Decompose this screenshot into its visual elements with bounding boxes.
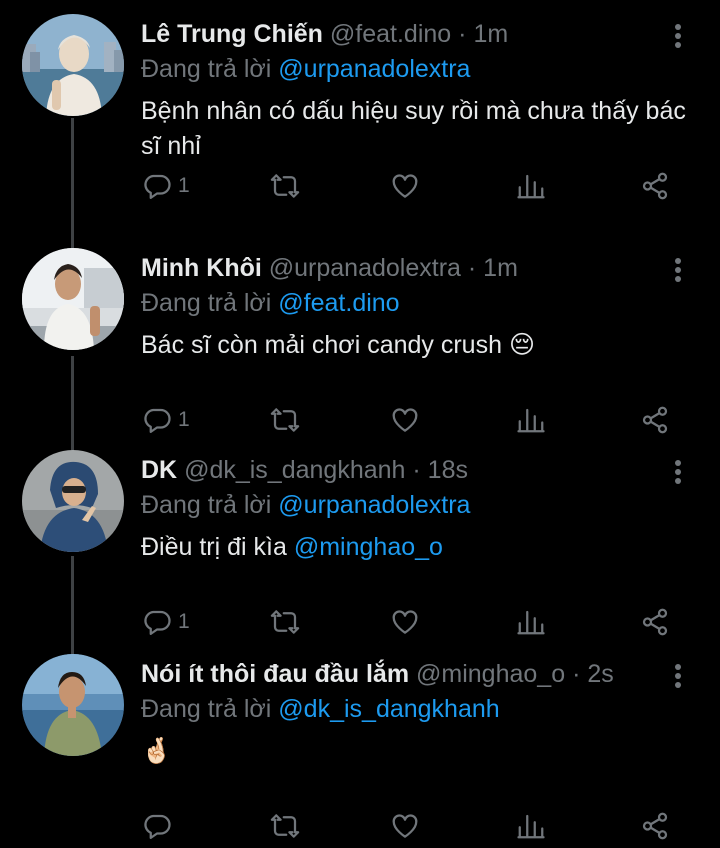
retweet-icon (270, 174, 300, 198)
more-options-icon[interactable] (668, 662, 688, 696)
retweet-icon (270, 408, 300, 432)
reply-prefix: Đang trả lời (141, 55, 272, 83)
reply-icon (144, 174, 171, 199)
retweet-button[interactable] (270, 808, 300, 844)
retweet-button[interactable] (270, 604, 300, 640)
reply-to-mention[interactable]: @urpanadolextra (278, 55, 470, 83)
share-button[interactable] (640, 808, 670, 844)
retweet-icon (270, 610, 300, 634)
avatar[interactable] (22, 248, 124, 350)
reply-count: 1 (178, 174, 190, 197)
reply-context: Đang trả lời @urpanadolextra (141, 488, 470, 522)
like-icon (392, 408, 418, 432)
reply-icon (144, 610, 171, 635)
reply-button[interactable]: 1 (142, 604, 190, 640)
tweet-header: Minh Khôi @urpanadolextra · 1m (141, 251, 518, 285)
tweet-text: Điều trị đi kìa @minghao_o (141, 530, 701, 565)
views-icon (517, 408, 545, 433)
tweet[interactable]: Nói ít thôi đau đầu lắm @minghao_o · 2s … (0, 640, 720, 845)
share-button[interactable] (640, 604, 670, 640)
views-icon (517, 174, 545, 199)
emoji: 😔 (508, 331, 535, 359)
tweet-text: Bệnh nhân có dấu hiệu suy rồi mà chưa th… (141, 94, 701, 164)
emoji: 🤞🏻 (141, 737, 173, 765)
share-icon (642, 172, 668, 200)
tweet-header: DK @dk_is_dangkhanh · 18s (141, 453, 468, 487)
views-button[interactable] (516, 402, 546, 438)
tweet-header: Nói ít thôi đau đầu lắm @minghao_o · 2s (141, 657, 614, 691)
user-handle[interactable]: @urpanadolextra (269, 254, 461, 282)
timestamp[interactable]: 1m (483, 254, 518, 282)
display-name[interactable]: DK (141, 456, 177, 484)
reply-count: 1 (178, 408, 190, 431)
views-icon (517, 610, 545, 635)
reply-button[interactable]: 1 (142, 402, 190, 438)
reply-icon (144, 408, 171, 433)
share-icon (642, 608, 668, 636)
reply-prefix: Đang trả lời (141, 491, 272, 519)
retweet-button[interactable] (270, 168, 300, 204)
tweet-text: Bác sĩ còn mải chơi candy crush 😔 (141, 328, 701, 363)
like-button[interactable] (390, 604, 420, 640)
tweet[interactable]: Minh Khôi @urpanadolextra · 1m Đang trả … (0, 234, 720, 439)
tweet-header: Lê Trung Chiến @feat.dino · 1m (141, 17, 508, 51)
separator-dot: · (572, 660, 581, 688)
tweet-text-content: Điều trị đi kìa (141, 533, 294, 561)
display-name[interactable]: Nói ít thôi đau đầu lắm (141, 660, 409, 688)
action-bar (0, 808, 720, 848)
display-name[interactable]: Minh Khôi (141, 254, 262, 282)
reply-to-mention[interactable]: @dk_is_dangkhanh (278, 695, 499, 723)
separator-dot: · (412, 456, 421, 484)
separator-dot: · (458, 20, 467, 48)
like-icon (392, 174, 418, 198)
more-options-icon[interactable] (668, 458, 688, 492)
like-button[interactable] (390, 402, 420, 438)
reply-prefix: Đang trả lời (141, 695, 272, 723)
user-handle[interactable]: @dk_is_dangkhanh (184, 456, 405, 484)
share-button[interactable] (640, 168, 670, 204)
user-handle[interactable]: @feat.dino (330, 20, 451, 48)
action-bar: 1 (0, 604, 720, 644)
views-button[interactable] (516, 808, 546, 844)
separator-dot: · (467, 254, 477, 282)
reply-button[interactable] (142, 808, 178, 844)
share-icon (642, 406, 668, 434)
user-handle[interactable]: @minghao_o (416, 660, 565, 688)
tweet-text-content: Bác sĩ còn mải chơi candy crush (141, 331, 509, 359)
timestamp[interactable]: 18s (428, 456, 468, 484)
reply-button[interactable]: 1 (142, 168, 190, 204)
timestamp[interactable]: 2s (587, 660, 613, 688)
avatar[interactable] (22, 14, 124, 116)
body-mention[interactable]: @minghao_o (294, 533, 443, 561)
reply-to-mention[interactable]: @feat.dino (278, 289, 399, 317)
tweet[interactable]: Lê Trung Chiến @feat.dino · 1m Đang trả … (0, 0, 720, 205)
reply-to-mention[interactable]: @urpanadolextra (278, 491, 470, 519)
like-button[interactable] (390, 808, 420, 844)
views-button[interactable] (516, 168, 546, 204)
action-bar: 1 (0, 168, 720, 208)
tweet-text-content: Bệnh nhân có dấu hiệu suy rồi mà chưa th… (141, 97, 686, 160)
tweet-text: 🤞🏻 (141, 734, 701, 769)
reply-count: 1 (178, 610, 190, 633)
like-icon (392, 610, 418, 634)
like-button[interactable] (390, 168, 420, 204)
views-button[interactable] (516, 604, 546, 640)
timestamp[interactable]: 1m (473, 20, 508, 48)
display-name[interactable]: Lê Trung Chiến (141, 20, 323, 48)
share-button[interactable] (640, 402, 670, 438)
more-options-icon[interactable] (668, 256, 688, 290)
tweet[interactable]: DK @dk_is_dangkhanh · 18s Đang trả lời @… (0, 436, 720, 641)
reply-context: Đang trả lời @feat.dino (141, 286, 400, 320)
avatar[interactable] (22, 450, 124, 552)
reply-context: Đang trả lời @dk_is_dangkhanh (141, 692, 500, 726)
reply-prefix: Đang trả lời (141, 289, 272, 317)
more-options-icon[interactable] (668, 22, 688, 56)
reply-context: Đang trả lời @urpanadolextra (141, 52, 470, 86)
retweet-button[interactable] (270, 402, 300, 438)
avatar[interactable] (22, 654, 124, 756)
